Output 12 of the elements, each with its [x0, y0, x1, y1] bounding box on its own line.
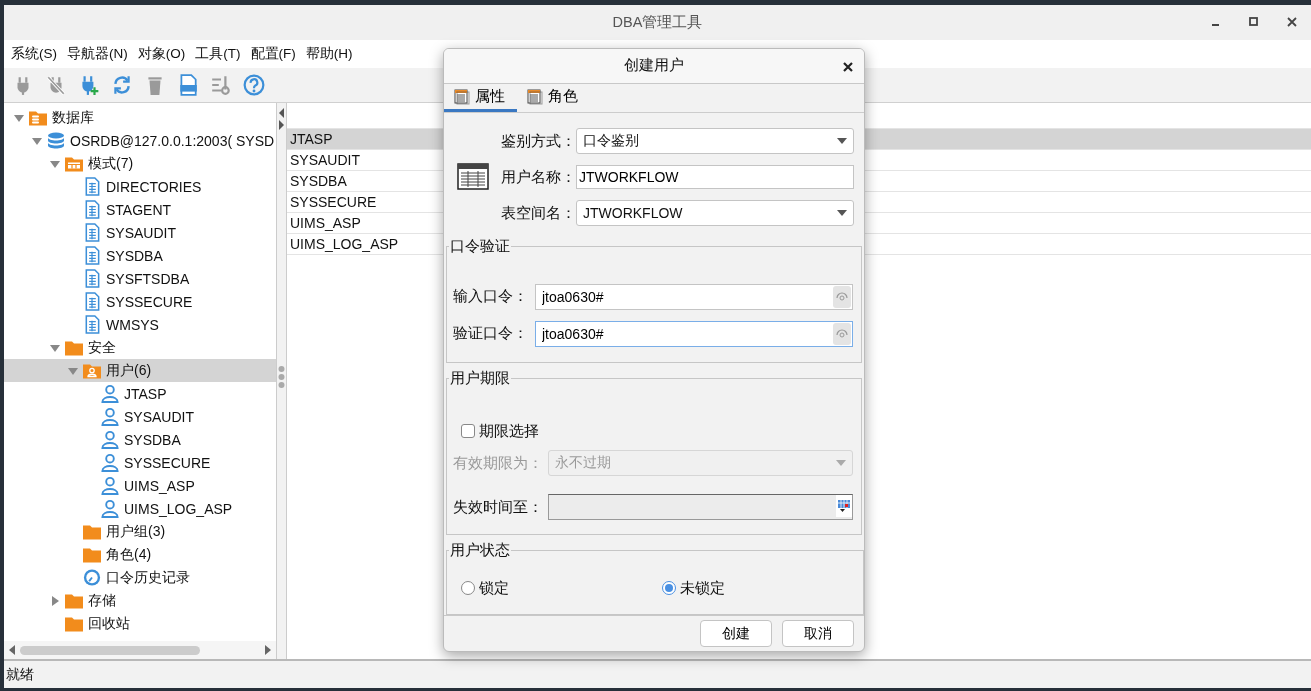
- field-label: 验证口令：: [453, 324, 529, 344]
- field-label: 鉴别方式：: [500, 131, 576, 151]
- status-text: 就绪: [6, 665, 34, 684]
- field-label: 有效期限为：: [453, 453, 544, 473]
- group-title: 口令验证: [449, 237, 511, 257]
- window-title: DBA管理工具: [612, 13, 703, 32]
- dialog-title: 创建用户: [624, 56, 684, 76]
- field-label: 失效时间至：: [453, 497, 544, 517]
- field-label: 表空间名：: [500, 203, 576, 223]
- group-title: 用户状态: [449, 541, 511, 561]
- field-label: 输入口令：: [453, 287, 529, 307]
- group-title: 用户期限: [449, 369, 511, 389]
